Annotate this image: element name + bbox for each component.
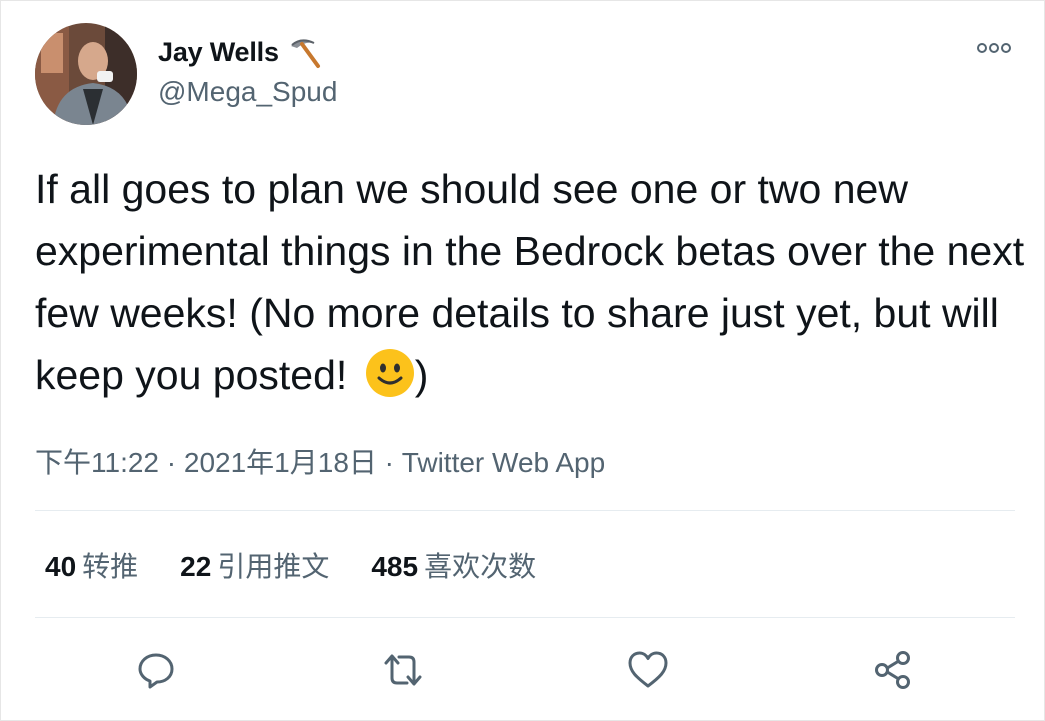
quotes-stat[interactable]: 22 引用推文: [180, 545, 329, 585]
more-options-button[interactable]: [972, 34, 1016, 62]
like-button[interactable]: [626, 648, 670, 692]
tweet-metadata: 下午11:22 · 2021年1月18日 · Twitter Web App: [35, 441, 605, 481]
divider: [35, 617, 1015, 618]
meta-separator: ·: [159, 447, 184, 478]
like-icon: [628, 651, 668, 688]
retweet-button[interactable]: [381, 648, 425, 692]
avatar-image: [35, 23, 137, 125]
retweets-count: 40: [45, 551, 77, 582]
likes-label: 喜欢次数: [424, 551, 537, 582]
author-handle[interactable]: @Mega_Spud: [158, 76, 337, 108]
retweets-stat[interactable]: 40 转推: [45, 545, 138, 585]
quotes-count: 22: [180, 551, 212, 582]
share-icon: [875, 651, 910, 689]
more-icon: [977, 43, 1011, 53]
tweet-body: If all goes to plan we should see one or…: [35, 166, 1025, 398]
pickaxe-icon: [285, 34, 321, 70]
tweet-text: If all goes to plan we should see one or…: [35, 158, 1025, 406]
smiling-face-emoji-icon: [365, 348, 415, 398]
tweet-date[interactable]: 2021年1月18日: [184, 447, 377, 478]
divider: [35, 510, 1015, 511]
tweet-body-end: ): [414, 352, 429, 398]
quotes-label: 引用推文: [217, 551, 330, 582]
tweet-time[interactable]: 下午11:22: [35, 447, 159, 478]
tweet-source[interactable]: Twitter Web App: [402, 447, 605, 478]
reply-button[interactable]: [134, 648, 178, 692]
share-button[interactable]: [871, 648, 915, 692]
reply-icon: [138, 653, 174, 689]
retweet-icon: [384, 654, 422, 686]
avatar[interactable]: [35, 23, 137, 125]
engagement-stats: 40 转推 22 引用推文 485 喜欢次数: [45, 545, 578, 585]
retweets-label: 转推: [82, 551, 139, 582]
likes-stat[interactable]: 485 喜欢次数: [371, 545, 536, 585]
likes-count: 485: [371, 551, 419, 582]
meta-separator: ·: [376, 447, 402, 478]
author-name-row: Jay Wells: [158, 34, 321, 70]
display-name[interactable]: Jay Wells: [158, 37, 279, 68]
